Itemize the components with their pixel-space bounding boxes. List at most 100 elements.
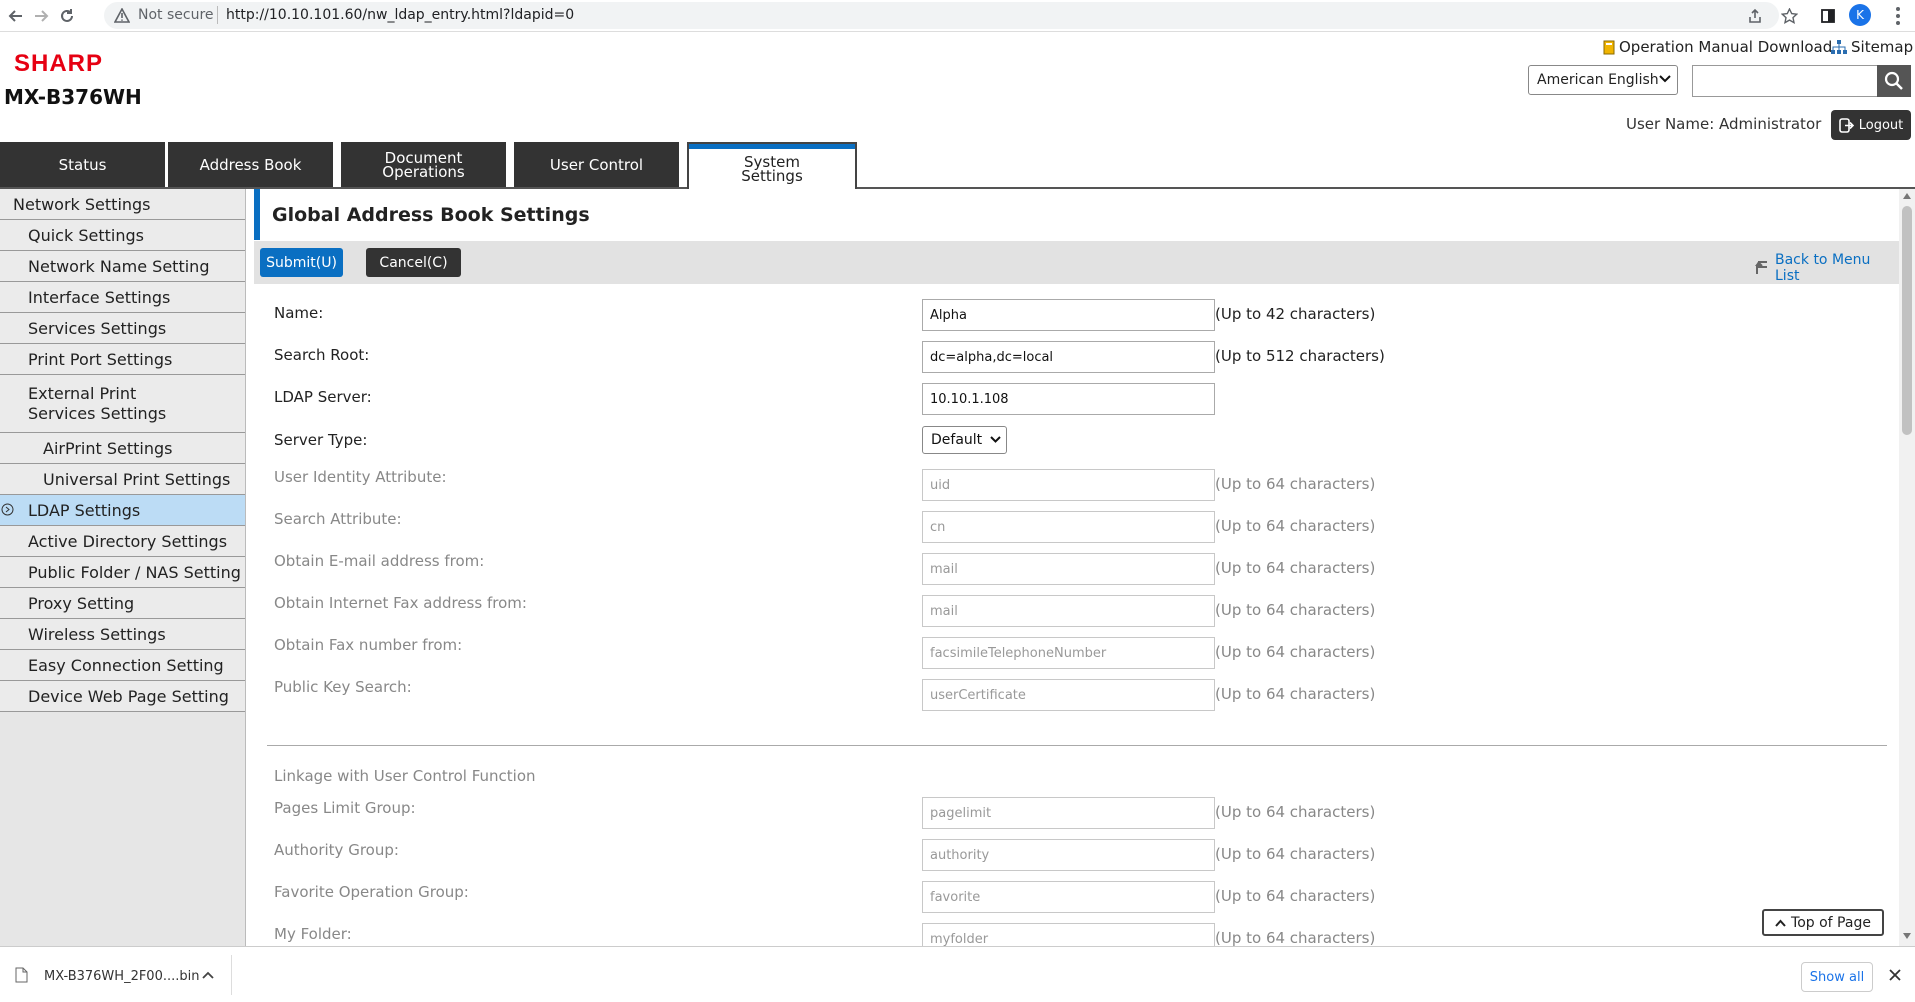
user-identity-label: User Identity Attribute: xyxy=(274,468,447,486)
profile-avatar[interactable]: K xyxy=(1849,4,1871,26)
sidebar-item-label: Interface Settings xyxy=(28,287,171,307)
search-attribute-label: Search Attribute: xyxy=(274,510,402,528)
sidebar-item-quick-settings[interactable]: Quick Settings xyxy=(0,220,245,251)
user-identity-hint: (Up to 64 characters) xyxy=(1215,475,1376,493)
search-button[interactable] xyxy=(1877,65,1911,97)
sidebar-item-active-directory[interactable]: Active Directory Settings xyxy=(0,526,245,557)
more-menu-icon[interactable] xyxy=(1888,4,1908,28)
top-of-page-button[interactable]: Top of Page xyxy=(1762,909,1884,936)
sidebar-item-proxy-setting[interactable]: Proxy Setting xyxy=(0,588,245,619)
sidebar-item-easy-connection[interactable]: Easy Connection Setting xyxy=(0,650,245,681)
search-root-hint: (Up to 512 characters) xyxy=(1215,347,1385,365)
search-input[interactable] xyxy=(1692,65,1878,97)
logout-button[interactable]: Logout xyxy=(1831,110,1911,140)
sidebar-item-ldap-settings[interactable]: LDAP Settings xyxy=(0,495,245,526)
pages-limit-input[interactable]: pagelimit xyxy=(922,797,1215,829)
tab-label: Status xyxy=(58,155,107,174)
my-folder-input[interactable]: myfolder xyxy=(922,923,1215,946)
page-scrollbar[interactable] xyxy=(1899,189,1915,946)
sidebar-item-label: External Print Services Settings xyxy=(28,383,167,423)
forward-arrow-icon[interactable] xyxy=(29,4,53,28)
user-identity-input[interactable]: uid xyxy=(922,469,1215,501)
sidebar-item-services-settings[interactable]: Services Settings xyxy=(0,313,245,344)
reload-icon[interactable] xyxy=(55,4,79,28)
main-tab-bar: Status Address Book Document Operations … xyxy=(0,142,1915,189)
ifax-from-label: Obtain Internet Fax address from: xyxy=(274,594,527,612)
sidebar-item-network-settings[interactable]: Network Settings xyxy=(0,189,245,220)
email-from-input[interactable]: mail xyxy=(922,553,1215,585)
ldap-server-input[interactable]: 10.10.1.108 xyxy=(922,383,1215,415)
scroll-down-icon[interactable] xyxy=(1903,933,1911,939)
sidebar-item-label: Network Name Setting xyxy=(28,256,210,276)
show-all-button[interactable]: Show all xyxy=(1801,962,1873,992)
ldap-server-label: LDAP Server: xyxy=(274,388,372,406)
back-to-menu-link[interactable]: Back to Menu List xyxy=(1754,252,1899,284)
scroll-up-icon[interactable] xyxy=(1903,193,1911,199)
sidebar-item-interface-settings[interactable]: Interface Settings xyxy=(0,282,245,313)
sidebar-item-airprint-settings[interactable]: AirPrint Settings xyxy=(0,433,245,464)
close-icon[interactable] xyxy=(1889,969,1901,981)
warning-icon xyxy=(114,8,130,23)
search-root-label: Search Root: xyxy=(274,346,370,364)
language-select[interactable]: American English xyxy=(1528,65,1678,95)
server-type-label: Server Type: xyxy=(274,431,368,449)
tab-system-settings[interactable]: System Settings xyxy=(687,142,857,189)
name-input[interactable]: Alpha xyxy=(922,299,1215,331)
sidebar-item-label: Wireless Settings xyxy=(28,624,166,644)
url-text[interactable]: http://10.10.101.60/nw_ldap_entry.html?l… xyxy=(226,7,574,23)
name-label: Name: xyxy=(274,304,324,322)
tab-address-book[interactable]: Address Book xyxy=(168,142,333,187)
fax-from-input[interactable]: facsimileTelephoneNumber xyxy=(922,637,1215,669)
main-content: Global Address Book Settings Submit(U) C… xyxy=(254,189,1899,946)
scroll-thumb[interactable] xyxy=(1902,206,1912,435)
linkage-heading: Linkage with User Control Function xyxy=(274,767,536,785)
download-bar: MX-B376WH_2F00....bin Show all xyxy=(0,946,1915,1002)
favorite-hint: (Up to 64 characters) xyxy=(1215,887,1376,905)
cancel-button[interactable]: Cancel(C) xyxy=(366,248,461,277)
chevron-up-icon[interactable] xyxy=(202,971,214,979)
sidebar-item-label: Easy Connection Setting xyxy=(28,655,224,675)
back-arrow-icon[interactable] xyxy=(4,4,28,28)
authority-hint: (Up to 64 characters) xyxy=(1215,845,1376,863)
download-file-name[interactable]: MX-B376WH_2F00....bin xyxy=(44,969,200,984)
tab-status[interactable]: Status xyxy=(0,142,165,187)
section-divider xyxy=(267,745,1887,746)
ifax-from-hint: (Up to 64 characters) xyxy=(1215,601,1376,619)
sitemap-link[interactable]: Sitemap xyxy=(1831,38,1913,56)
side-panel-icon[interactable] xyxy=(1816,4,1840,28)
page-title-bar: Global Address Book Settings xyxy=(254,189,1899,240)
sidebar-item-device-web-page[interactable]: Device Web Page Setting xyxy=(0,681,245,712)
authority-input[interactable]: authority xyxy=(922,839,1215,871)
sidebar-item-print-port-settings[interactable]: Print Port Settings xyxy=(0,344,245,375)
field-row-public-key: Public Key Search: userCertificate (Up t… xyxy=(254,671,1894,711)
tab-user-control[interactable]: User Control xyxy=(514,142,679,187)
sidebar-item-public-folder-nas[interactable]: Public Folder / NAS Setting xyxy=(0,557,245,588)
bookmark-star-icon[interactable] xyxy=(1777,4,1801,28)
manual-download-label: Operation Manual Download xyxy=(1619,38,1833,56)
field-row-my-folder: My Folder: myfolder (Up to 64 characters… xyxy=(254,918,1894,946)
email-from-hint: (Up to 64 characters) xyxy=(1215,559,1376,577)
sidebar-item-network-name-setting[interactable]: Network Name Setting xyxy=(0,251,245,282)
sidebar-item-universal-print-settings[interactable]: Universal Print Settings xyxy=(0,464,245,495)
tab-document-operations[interactable]: Document Operations xyxy=(341,142,506,187)
server-type-value: Default xyxy=(931,432,983,448)
sitemap-label: Sitemap xyxy=(1851,38,1914,56)
address-bar[interactable]: Not secure http://10.10.101.60/nw_ldap_e… xyxy=(104,2,1779,29)
authority-label: Authority Group: xyxy=(274,841,399,859)
search-attribute-input[interactable]: cn xyxy=(922,511,1215,543)
manual-download-link[interactable]: Operation Manual Download xyxy=(1603,38,1832,56)
submit-button[interactable]: Submit(U) xyxy=(260,248,343,277)
brand-logo: SHARP xyxy=(14,50,104,77)
share-icon[interactable] xyxy=(1743,4,1767,28)
public-key-label: Public Key Search: xyxy=(274,678,412,696)
search-root-input[interactable]: dc=alpha,dc=local xyxy=(922,341,1215,373)
pages-limit-hint: (Up to 64 characters) xyxy=(1215,803,1376,821)
field-row-favorite: Favorite Operation Group: favorite (Up t… xyxy=(254,876,1894,913)
ifax-from-input[interactable]: mail xyxy=(922,595,1215,627)
server-type-select[interactable]: Default xyxy=(922,426,1007,454)
url-separator xyxy=(217,6,218,24)
sidebar-item-wireless-settings[interactable]: Wireless Settings xyxy=(0,619,245,650)
public-key-input[interactable]: userCertificate xyxy=(922,679,1215,711)
sidebar-item-external-print-services[interactable]: External Print Services Settings xyxy=(0,375,245,433)
favorite-input[interactable]: favorite xyxy=(922,881,1215,913)
